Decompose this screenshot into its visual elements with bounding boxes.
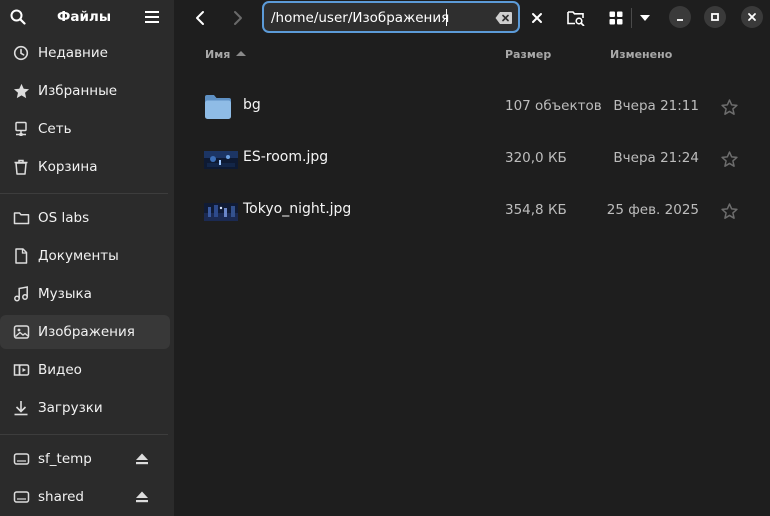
folder-search-icon (567, 11, 585, 26)
image-thumbnail-icon (204, 203, 238, 225)
app-title: Файлы (56, 9, 112, 25)
sidebar-separator (0, 434, 168, 435)
main-menu-button[interactable] (139, 5, 165, 29)
sidebar-item-label: sf_temp (38, 451, 92, 467)
document-icon (12, 247, 30, 265)
sidebar-item-label: OS labs (38, 210, 90, 226)
sidebar-item-starred[interactable]: Избранные (0, 74, 170, 108)
close-location-button[interactable] (526, 5, 548, 31)
file-name: Tokyo_night.jpg (243, 201, 352, 217)
file-name: bg (243, 97, 261, 113)
sidebar-item-documents[interactable]: Документы (0, 239, 170, 273)
eject-icon[interactable] (133, 450, 151, 468)
trash-icon (12, 158, 30, 176)
clear-text-icon[interactable] (494, 9, 514, 27)
sidebar-item-os-labs[interactable]: OS labs (0, 201, 170, 235)
image-icon (12, 323, 30, 341)
search-icon (10, 9, 26, 25)
star-icon[interactable] (719, 149, 739, 169)
sidebar-header: Файлы (0, 0, 174, 36)
clock-icon (12, 44, 30, 62)
sidebar-item-label: Музыка (38, 286, 92, 302)
chevron-right-icon (234, 11, 242, 25)
search-in-folder-button[interactable] (564, 5, 588, 31)
drive-icon (12, 488, 30, 506)
file-size: 107 объектов (505, 98, 602, 114)
back-button[interactable] (188, 5, 212, 31)
sidebar-item-label: shared (38, 489, 84, 505)
file-name: ES-room.jpg (243, 149, 329, 165)
network-icon (12, 120, 30, 138)
sidebar-item-label: Видео (38, 362, 82, 378)
file-size: 354,8 КБ (505, 202, 567, 218)
eject-icon[interactable] (133, 488, 151, 506)
file-modified: Вчера 21:11 (613, 98, 699, 114)
column-header-modified[interactable]: Изменено (610, 48, 672, 61)
file-row[interactable]: Tokyo_night.jpg 354,8 КБ 25 фев. 2025 (196, 186, 756, 238)
column-header-name[interactable]: Имя (205, 48, 230, 61)
view-options-button[interactable] (636, 5, 654, 31)
header-bar: /home/user/Изображения (174, 0, 770, 36)
location-path-text: /home/user/Изображения (271, 10, 450, 26)
sidebar-item-recent[interactable]: Недавние (0, 36, 170, 70)
chevron-left-icon (196, 11, 204, 25)
hamburger-menu-icon (145, 11, 159, 23)
file-row[interactable]: ES-room.jpg 320,0 КБ Вчера 21:24 (196, 134, 756, 186)
image-thumbnail-icon (204, 151, 238, 173)
sidebar-item-downloads[interactable]: Загрузки (0, 391, 170, 425)
sidebar-item-sf-temp[interactable]: sf_temp (0, 442, 170, 476)
sidebar-item-pictures[interactable]: Изображения (0, 315, 170, 349)
minimize-button[interactable] (669, 6, 691, 28)
sidebar-item-music[interactable]: Музыка (0, 277, 170, 311)
video-icon (12, 361, 30, 379)
sidebar-item-trash[interactable]: Корзина (0, 150, 170, 184)
chevron-down-icon (640, 15, 650, 21)
sidebar-item-shared[interactable]: shared (0, 480, 170, 514)
sidebar-item-label: Недавние (38, 45, 108, 61)
star-icon (12, 82, 30, 100)
sidebar-item-label: Корзина (38, 159, 98, 175)
sidebar-item-network[interactable]: Сеть (0, 112, 170, 146)
sidebar-separator (0, 193, 168, 194)
sidebar-item-label: Сеть (38, 121, 72, 137)
music-icon (12, 285, 30, 303)
sidebar-item-label: Документы (38, 248, 119, 264)
search-button[interactable] (6, 5, 30, 29)
text-caret (446, 9, 447, 26)
sidebar-item-label: Загрузки (38, 400, 103, 416)
view-grid-button[interactable] (605, 5, 627, 31)
close-icon (532, 13, 542, 23)
close-icon (748, 13, 756, 21)
sidebar-item-label: Изображения (38, 324, 135, 340)
folder-icon (204, 94, 232, 124)
forward-button[interactable] (226, 5, 250, 31)
star-icon[interactable] (719, 201, 739, 221)
toolbar-divider (631, 8, 632, 28)
maximize-button[interactable] (704, 6, 726, 28)
file-size: 320,0 КБ (505, 150, 567, 166)
download-icon (12, 399, 30, 417)
location-entry[interactable]: /home/user/Изображения (262, 1, 520, 33)
sidebar: Файлы Недавние Избранные Сеть Корзина OS… (0, 0, 174, 516)
star-icon[interactable] (719, 97, 739, 117)
file-row[interactable]: bg 107 объектов Вчера 21:11 (196, 82, 756, 134)
file-modified: 25 фев. 2025 (606, 202, 699, 218)
folder-icon (12, 209, 30, 227)
sidebar-item-videos[interactable]: Видео (0, 353, 170, 387)
minimize-icon (677, 19, 683, 21)
drive-icon (12, 450, 30, 468)
maximize-icon (711, 13, 719, 21)
sort-ascending-icon (236, 51, 246, 56)
sidebar-item-label: Избранные (38, 83, 118, 99)
window-close-button[interactable] (741, 6, 763, 28)
column-header-size[interactable]: Размер (505, 48, 551, 61)
grid-view-icon (609, 11, 623, 25)
file-modified: Вчера 21:24 (613, 150, 699, 166)
